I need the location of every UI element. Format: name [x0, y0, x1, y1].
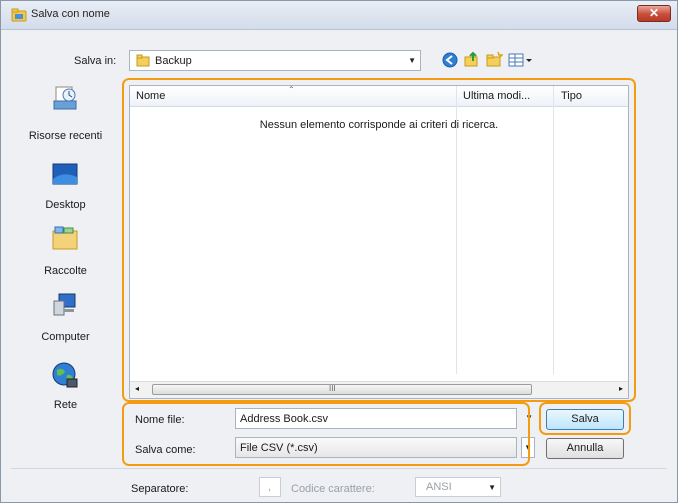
- charset-label: Codice carattere:: [291, 483, 375, 495]
- folder-icon: [136, 54, 150, 67]
- place-computer[interactable]: Computer: [13, 289, 118, 349]
- savetype-select[interactable]: File CSV (*.csv): [235, 437, 517, 458]
- place-label-computer: Computer: [41, 331, 90, 343]
- column-header-type[interactable]: Tipo: [561, 90, 582, 102]
- desktop-icon: [52, 163, 78, 185]
- scrollbar-thumb[interactable]: III: [152, 384, 532, 395]
- place-libraries[interactable]: Raccolte: [13, 223, 118, 283]
- filename-input[interactable]: Address Book.csv: [235, 408, 517, 429]
- places-bar: Risorse recenti Desktop Raccolte Compute…: [13, 77, 118, 469]
- back-icon[interactable]: [441, 51, 459, 69]
- place-label-desktop: Desktop: [45, 199, 86, 211]
- chevron-down-icon: ▼: [488, 483, 496, 492]
- network-icon: [52, 362, 78, 388]
- view-menu-icon[interactable]: [507, 51, 533, 69]
- separator-value: ,: [268, 481, 272, 493]
- place-desktop[interactable]: Desktop: [13, 157, 118, 213]
- sort-arrow-icon: ⌃: [288, 85, 295, 94]
- save-as-dialog: Salva con nome ✕ Salva in: Backup ▼ Riso…: [0, 0, 678, 503]
- up-folder-icon[interactable]: [463, 51, 481, 69]
- filename-label: Nome file:: [135, 414, 185, 426]
- scroll-grip: III: [329, 384, 336, 393]
- column-header-modified[interactable]: Ultima modi...: [463, 90, 530, 102]
- scroll-left-icon[interactable]: ◂: [135, 384, 139, 393]
- title-bar: Salva con nome ✕: [1, 1, 677, 30]
- empty-message: Nessun elemento corrisponde ai criteri d…: [259, 119, 499, 131]
- charset-value: ANSI: [426, 481, 452, 493]
- separator-select[interactable]: ,: [259, 477, 281, 497]
- divider: [11, 468, 667, 469]
- place-recent[interactable]: Risorse recenti: [13, 81, 118, 143]
- place-network[interactable]: Rete: [13, 359, 118, 419]
- save-in-value: Backup: [155, 55, 192, 67]
- separator-label: Separatore:: [131, 483, 189, 495]
- save-button[interactable]: Salva: [546, 409, 624, 430]
- save-in-label: Salva in:: [74, 55, 117, 67]
- save-in-select[interactable]: Backup ▼: [129, 50, 421, 71]
- filename-value: Address Book.csv: [240, 413, 329, 425]
- place-label-recent: Risorse recenti: [28, 130, 103, 142]
- cancel-button[interactable]: Annulla: [546, 438, 624, 459]
- scroll-right-icon[interactable]: ▸: [619, 384, 623, 393]
- chevron-down-icon: ▼: [525, 413, 533, 422]
- libraries-icon: [52, 226, 78, 250]
- chevron-down-icon: ▼: [524, 443, 532, 452]
- horizontal-scrollbar[interactable]: ◂ III ▸: [130, 381, 628, 398]
- save-folder-icon: [11, 8, 27, 22]
- filename-dropdown[interactable]: ▼: [521, 408, 535, 429]
- computer-icon: [53, 293, 76, 316]
- file-list[interactable]: ⌃ Nome Ultima modi... Tipo Nessun elemen…: [129, 85, 629, 399]
- window-title: Salva con nome: [31, 8, 110, 20]
- chevron-down-icon: ▼: [408, 56, 416, 65]
- savetype-dropdown[interactable]: ▼: [521, 437, 535, 458]
- recent-places-icon: [53, 86, 77, 110]
- column-header-name[interactable]: Nome: [136, 90, 165, 102]
- place-label-libraries: Raccolte: [44, 265, 87, 277]
- new-folder-icon[interactable]: [485, 51, 503, 69]
- place-label-network: Rete: [53, 399, 78, 411]
- savetype-value: File CSV (*.csv): [240, 442, 318, 454]
- savetype-label: Salva come:: [135, 444, 196, 456]
- close-button[interactable]: ✕: [637, 5, 671, 22]
- charset-select[interactable]: ANSI ▼: [415, 477, 501, 497]
